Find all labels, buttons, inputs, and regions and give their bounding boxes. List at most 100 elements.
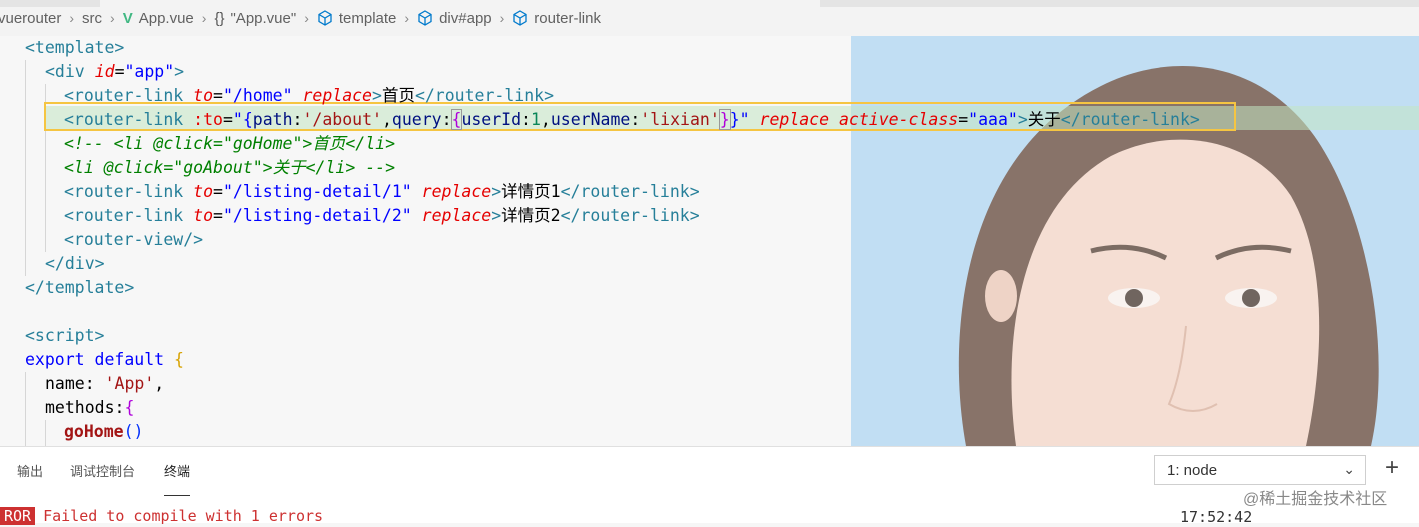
attr-name: replace <box>421 206 492 225</box>
template-tag: <template> <box>25 38 125 57</box>
breadcrumb-label: src <box>82 9 103 27</box>
code-line[interactable]: </template> <box>25 276 134 300</box>
div-close-tag: </div> <box>45 254 105 273</box>
comment: <!-- <li @click="goHome">首页</li> <box>64 134 396 153</box>
cube-icon <box>513 10 527 26</box>
tab-debug-console[interactable]: 调试控制台 <box>70 461 135 489</box>
breadcrumb-item-router-link[interactable]: router-link <box>512 10 601 27</box>
indent-guide <box>25 372 26 446</box>
obj-value: 'lixian' <box>640 110 720 129</box>
code-line[interactable]: methods:{ <box>45 396 134 420</box>
breadcrumb-label: template <box>338 9 397 27</box>
error-badge: ROR <box>0 507 36 525</box>
attr-value: "/listing-detail/1" <box>222 182 412 201</box>
attr-name: replace <box>759 110 830 129</box>
tag-close: > <box>174 62 185 81</box>
code-line[interactable]: <li @click="goAbout">关于</li> --> <box>64 156 395 180</box>
error-message: Failed to compile with 1 errors <box>43 507 324 525</box>
breadcrumb-label: vuerouter <box>0 9 62 27</box>
tab-terminal[interactable]: 终端 <box>164 461 191 496</box>
link-text: 详情页2 <box>501 206 561 225</box>
code-line[interactable]: <div id="app"> <box>45 60 184 84</box>
close-tag: </router-link> <box>560 206 700 225</box>
code-line[interactable]: <router-view/> <box>64 228 203 252</box>
tab-output[interactable]: 输出 <box>17 461 43 489</box>
paren: () <box>123 422 144 441</box>
obj-value: 1 <box>530 110 541 129</box>
breadcrumb-label: div#app <box>439 9 492 27</box>
comment: <li @click="goAbout">关于</li> --> <box>64 158 396 177</box>
attr-name: replace <box>421 182 492 201</box>
router-link-tag: <router-link <box>64 182 184 201</box>
chevron-right-icon: › <box>110 10 115 26</box>
function-name: goHome <box>64 422 124 441</box>
bind-attr: :to <box>193 110 223 129</box>
code-line[interactable]: <template> <box>25 36 124 60</box>
attr-value: "/listing-detail/2" <box>222 206 412 225</box>
attr-name: active-class <box>839 110 959 129</box>
breadcrumb-item-vuerouter[interactable]: vuerouter <box>0 10 61 27</box>
code-line-active[interactable]: <router-link :to="{path:'/about',query:{… <box>64 108 1200 132</box>
breadcrumb-label: App.vue <box>138 9 194 27</box>
code-line[interactable]: name: 'App', <box>45 372 164 396</box>
terminal-select[interactable]: 1: node ⌄ <box>1154 455 1366 485</box>
keyword: export default <box>25 350 165 369</box>
obj-key: userId <box>461 110 522 129</box>
obj-value: '/about' <box>302 110 382 129</box>
indent-guide <box>25 60 26 276</box>
attr-name: to <box>193 86 214 105</box>
chevron-right-icon: › <box>499 10 505 26</box>
add-terminal-button[interactable]: + <box>1385 453 1399 483</box>
tab-strip <box>0 0 100 7</box>
chevron-down-icon: ⌄ <box>1343 461 1355 477</box>
cube-icon <box>318 10 332 26</box>
attr-name: id <box>94 62 115 81</box>
terminal-timestamp: 17:52:42 <box>1180 508 1253 526</box>
code-line[interactable]: <router-link to="/listing-detail/1" repl… <box>64 180 700 204</box>
editor-background-image <box>851 36 1419 446</box>
breadcrumb: vuerouter › src › V App.vue › {} "App.vue"… <box>0 0 1419 36</box>
brace: { <box>174 350 184 369</box>
code-line[interactable]: <router-link to="/home" replace>首页</rout… <box>64 84 554 108</box>
code-line[interactable]: <!-- <li @click="goHome">首页</li> <box>64 132 395 156</box>
breadcrumb-label: router-link <box>534 9 601 27</box>
obj-key: path <box>252 110 293 129</box>
breadcrumb-item-div-app[interactable]: div#app <box>417 10 492 27</box>
obj-key: userName <box>550 110 631 129</box>
attr-name: to <box>193 182 214 201</box>
attr-quote: }" <box>729 110 750 129</box>
terminal-output[interactable]: ROR Failed to compile with 1 errors <box>0 507 323 527</box>
code-line[interactable]: goHome() <box>64 420 143 444</box>
brace: { <box>124 398 135 417</box>
close-tag: </router-link> <box>414 86 555 105</box>
tab-strip <box>820 0 1419 7</box>
attr-quote: "{ <box>232 110 253 129</box>
close-tag: </router-link> <box>560 182 700 201</box>
link-text: 详情页1 <box>501 182 561 201</box>
obj-value: 'App' <box>104 374 155 393</box>
cube-icon <box>418 10 432 26</box>
chevron-right-icon: › <box>201 10 207 26</box>
code-line[interactable]: export default { <box>25 348 184 372</box>
breadcrumb-item-module[interactable]: {} "App.vue" <box>214 10 296 27</box>
router-link-tag: <router-link <box>64 86 184 105</box>
braces-icon: {} <box>214 9 225 27</box>
code-line[interactable]: <script> <box>25 324 104 348</box>
attr-name: replace <box>302 86 372 105</box>
breadcrumb-item-src[interactable]: src <box>82 10 102 27</box>
terminal-select-value: 1: node <box>1167 461 1218 479</box>
div-tag: <div <box>45 62 85 81</box>
link-text: 关于 <box>1027 110 1061 129</box>
attr-value: "aaa" <box>968 110 1018 129</box>
code-line[interactable]: </div> <box>45 252 105 276</box>
code-line[interactable]: <router-link to="/listing-detail/2" repl… <box>64 204 700 228</box>
obj-key: methods <box>45 398 115 417</box>
code-editor[interactable]: <template> <div id="app"> <router-link t… <box>0 36 1419 446</box>
breadcrumb-item-app-vue[interactable]: V App.vue <box>123 10 194 27</box>
attr-name: to <box>193 206 214 225</box>
chevron-right-icon: › <box>69 10 75 26</box>
script-tag: <script> <box>25 326 105 345</box>
obj-key: query <box>391 110 442 129</box>
watermark: @稀土掘金技术社区 <box>1243 491 1388 508</box>
breadcrumb-item-template[interactable]: template <box>317 9 397 27</box>
